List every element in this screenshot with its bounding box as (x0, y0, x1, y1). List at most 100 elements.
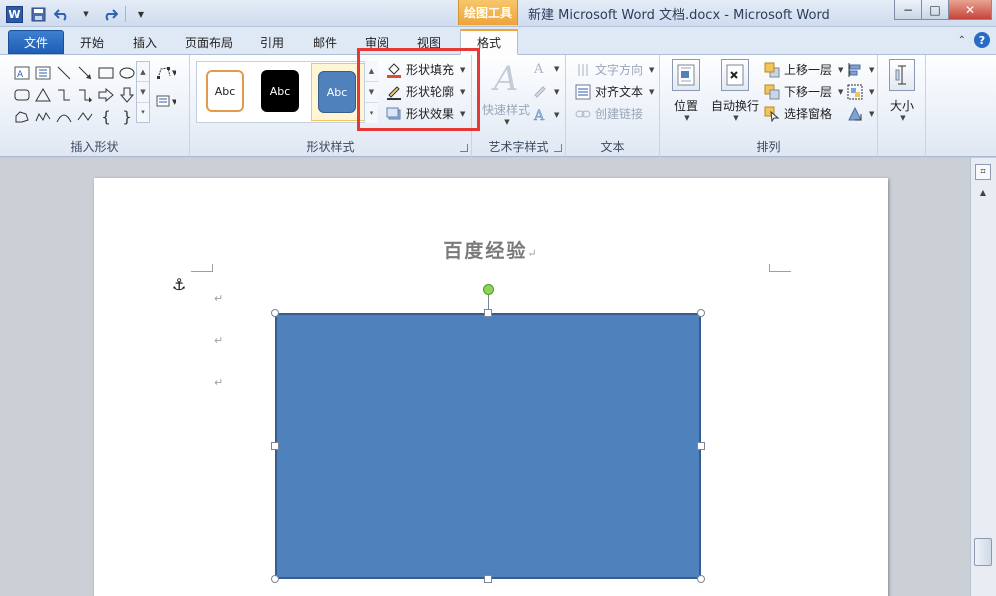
oval-shape-icon[interactable] (117, 63, 137, 83)
shape-styles-dialog-launcher-icon[interactable] (460, 144, 468, 152)
draw-textbox-icon[interactable]: ▼ (156, 91, 176, 111)
ruler-toggle-icon[interactable]: ⌗ (975, 164, 991, 180)
align-text-label: 对齐文本 (595, 85, 644, 99)
align-text-button[interactable]: 对齐文本 ▼ (575, 82, 654, 101)
document-title[interactable]: 百度经验↵ (94, 236, 888, 263)
text-direction-label: 文字方向 (595, 63, 644, 77)
triangle-shape-icon[interactable] (33, 85, 53, 105)
minimize-ribbon-icon[interactable]: ⌃ (958, 35, 966, 46)
resize-handle-left[interactable] (271, 442, 279, 450)
rotation-handle[interactable] (483, 284, 494, 295)
svg-text:A: A (533, 62, 544, 77)
group-label-shape-styles: 形状样式 (306, 140, 355, 154)
tab-references[interactable]: 引用 (250, 30, 294, 54)
shapes-gallery-scroll[interactable]: ▲ ▼ ▾ (136, 61, 150, 123)
curve-shape-icon[interactable] (54, 107, 74, 127)
resize-handle-top[interactable] (484, 309, 492, 317)
scribble-shape-icon[interactable] (33, 107, 53, 127)
redo-icon[interactable] (101, 5, 119, 23)
left-brace-shape-icon[interactable]: { (96, 107, 116, 127)
shape-style-gallery: Abc Abc Abc (196, 61, 378, 123)
tab-file[interactable]: 文件 (8, 30, 64, 54)
text-outline-icon (532, 84, 548, 100)
textbox-shape-icon[interactable]: A (12, 63, 32, 83)
document-page[interactable]: 百度经验↵ ⚓ ↵ ↵ ↵ (94, 178, 888, 596)
vertical-scrollbar[interactable]: ⌗ ▲ (970, 158, 996, 596)
resize-handle-top-right[interactable] (697, 309, 705, 317)
scrollbar-thumb[interactable] (974, 538, 992, 566)
group-objects-icon (847, 84, 863, 100)
resize-handle-bottom-right[interactable] (697, 575, 705, 583)
tab-page-layout[interactable]: 页面布局 (175, 30, 243, 54)
undo-icon[interactable] (53, 5, 71, 23)
resize-handle-bottom-left[interactable] (271, 575, 279, 583)
down-arrow-shape-icon[interactable] (117, 85, 137, 105)
bring-forward-button[interactable]: 上移一层 ▼ (764, 60, 843, 79)
gallery-scroll-down-icon[interactable]: ▼ (137, 82, 149, 103)
tab-mailings[interactable]: 邮件 (303, 30, 347, 54)
freeform-shape-icon[interactable] (12, 107, 32, 127)
close-button[interactable]: ✕ (948, 0, 992, 20)
chevron-down-icon: ▼ (649, 65, 655, 74)
maximize-button[interactable]: □ (921, 0, 949, 20)
drawing-tools-context-label: 绘图工具 (458, 0, 518, 25)
shape-style-black-fill[interactable]: Abc (261, 70, 299, 112)
word-app-icon[interactable]: W (6, 5, 23, 23)
elbow-arrow-connector-shape-icon[interactable] (75, 85, 95, 105)
wordart-dialog-launcher-icon[interactable] (554, 144, 562, 152)
right-brace-shape-icon[interactable]: } (117, 107, 137, 127)
text-fill-button[interactable]: A ▼ (532, 59, 559, 78)
resize-handle-top-left[interactable] (271, 309, 279, 317)
shape-style-orange-outline[interactable]: Abc (206, 70, 244, 112)
text-effects-button[interactable]: A ▼ (532, 105, 560, 124)
selected-rectangle-shape[interactable] (275, 313, 701, 579)
svg-text:A: A (17, 70, 24, 80)
rectangle-shape-icon[interactable] (96, 63, 116, 83)
group-objects-button[interactable]: ▼ (847, 82, 874, 101)
quick-styles-button[interactable]: A 快速样式 ▼ (482, 57, 530, 127)
customize-qat-icon[interactable]: ▼ (132, 5, 150, 23)
edit-shape-icon[interactable]: ▼ (156, 63, 176, 83)
paragraph-mark: ↵ (214, 376, 224, 389)
size-button[interactable]: 大小 ▼ (878, 59, 926, 122)
scroll-up-icon[interactable]: ▲ (976, 186, 990, 198)
create-link-label: 创建链接 (595, 107, 644, 121)
create-link-button[interactable]: 创建链接 (575, 104, 654, 123)
curved-arc-shape-icon[interactable] (75, 107, 95, 127)
wrap-text-button[interactable]: 自动换行 ▼ (710, 59, 760, 122)
tab-insert[interactable]: 插入 (123, 30, 167, 54)
svg-text:▼: ▼ (172, 98, 176, 106)
resize-handle-bottom[interactable] (484, 575, 492, 583)
text-direction-button[interactable]: 文字方向 ▼ (575, 60, 654, 79)
line-shape-icon[interactable] (54, 63, 74, 83)
tab-home[interactable]: 开始 (70, 30, 114, 54)
text-outline-button[interactable]: ▼ (532, 82, 559, 101)
position-button[interactable]: 位置 ▼ (662, 59, 710, 122)
anchor-icon[interactable]: ⚓ (172, 275, 186, 294)
undo-dropdown-icon[interactable]: ▼ (77, 5, 95, 23)
right-arrow-shape-icon[interactable] (96, 85, 116, 105)
rounded-rectangle-shape-icon[interactable] (12, 85, 32, 105)
help-icon[interactable]: ? (974, 32, 990, 48)
gallery-expand-icon[interactable]: ▾ (137, 103, 149, 122)
shapes-gallery: A { } (12, 63, 137, 128)
arrow-line-shape-icon[interactable] (75, 63, 95, 83)
right-margin-crop-mark (769, 264, 791, 272)
align-button[interactable]: ▼ (847, 60, 874, 79)
chevron-down-icon: ▼ (869, 65, 875, 74)
bring-forward-icon (764, 62, 780, 78)
size-label: 大小 (889, 99, 914, 113)
minimize-button[interactable]: − (894, 0, 922, 20)
vertical-textbox-shape-icon[interactable] (33, 63, 53, 83)
align-icon (847, 62, 863, 78)
send-backward-button[interactable]: 下移一层 ▼ (764, 82, 843, 101)
resize-handle-right[interactable] (697, 442, 705, 450)
shape-style-blue-fill[interactable]: Abc (318, 71, 356, 113)
arrange-order-commands: 上移一层 ▼ 下移一层 ▼ 选择窗格 (764, 60, 843, 123)
selection-pane-button[interactable]: 选择窗格 (764, 104, 843, 123)
elbow-connector-shape-icon[interactable] (54, 85, 74, 105)
bring-forward-label: 上移一层 (784, 63, 833, 77)
gallery-scroll-up-icon[interactable]: ▲ (137, 62, 149, 83)
save-icon[interactable] (29, 5, 47, 23)
rotate-button[interactable]: ▼ (847, 104, 874, 123)
